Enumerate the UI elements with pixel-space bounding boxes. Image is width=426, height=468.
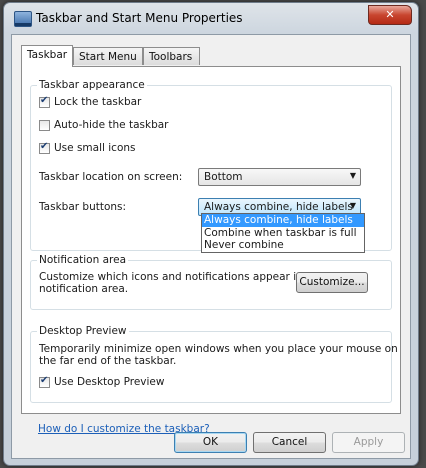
group-title: Desktop Preview [37,325,129,337]
preview-description: Temporarily minimize open windows when y… [39,343,398,355]
close-icon: ✕ [385,8,395,21]
notification-area-group: Notification area Customize which icons … [30,254,392,310]
notification-description: Customize which icons and notifications … [39,271,324,283]
dropdown-option[interactable]: Always combine, hide labels [202,214,364,227]
combobox-value: Bottom [204,171,243,183]
lock-taskbar-checkbox[interactable]: Lock the taskbar [39,95,142,108]
window-title: Taskbar and Start Menu Properties [36,11,243,25]
group-title: Notification area [37,254,128,266]
location-combobox[interactable]: Bottom ▼ [198,168,361,186]
tab-start-menu[interactable]: Start Menu [73,47,143,65]
checkbox-label: Use Desktop Preview [54,376,165,388]
checkbox-box[interactable] [39,375,50,388]
title-bar[interactable]: Taskbar and Start Menu Properties ✕ [4,3,418,33]
dropdown-option[interactable]: Combine when taskbar is full [202,227,364,240]
checkbox-box[interactable] [39,141,50,154]
combobox-value: Always combine, hide labels [204,201,353,213]
apply-button[interactable]: Apply [332,432,405,453]
tab-taskbar[interactable]: Taskbar [21,45,73,67]
preview-description-2: the far end of the taskbar. [39,355,177,367]
checkbox-label: Lock the taskbar [54,96,142,108]
chevron-down-icon: ▼ [349,171,356,180]
taskbar-icon [14,11,32,27]
notification-description-2: notification area. [39,283,129,295]
taskbar-buttons-label: Taskbar buttons: [39,201,127,213]
small-icons-checkbox[interactable]: Use small icons [39,141,136,154]
checkbox-label: Use small icons [54,142,136,154]
location-label: Taskbar location on screen: [39,171,183,183]
checkbox-box[interactable] [39,95,50,108]
taskbar-buttons-dropdown-list: Always combine, hide labels Combine when… [201,213,365,253]
group-title: Taskbar appearance [37,79,147,91]
use-desktop-preview-checkbox[interactable]: Use Desktop Preview [39,375,165,388]
checkbox-box[interactable] [39,119,50,131]
checkbox-label: Auto-hide the taskbar [54,119,169,131]
auto-hide-checkbox[interactable]: Auto-hide the taskbar [39,119,169,131]
tab-toolbars[interactable]: Toolbars [143,47,200,65]
dropdown-option[interactable]: Never combine [202,239,364,252]
desktop-preview-group: Desktop Preview Temporarily minimize ope… [30,325,398,403]
close-button[interactable]: ✕ [368,5,412,25]
customize-button[interactable]: Customize... [296,272,368,293]
cancel-button[interactable]: Cancel [253,432,326,453]
chevron-down-icon: ▼ [349,201,356,210]
ok-button[interactable]: OK [174,432,247,453]
